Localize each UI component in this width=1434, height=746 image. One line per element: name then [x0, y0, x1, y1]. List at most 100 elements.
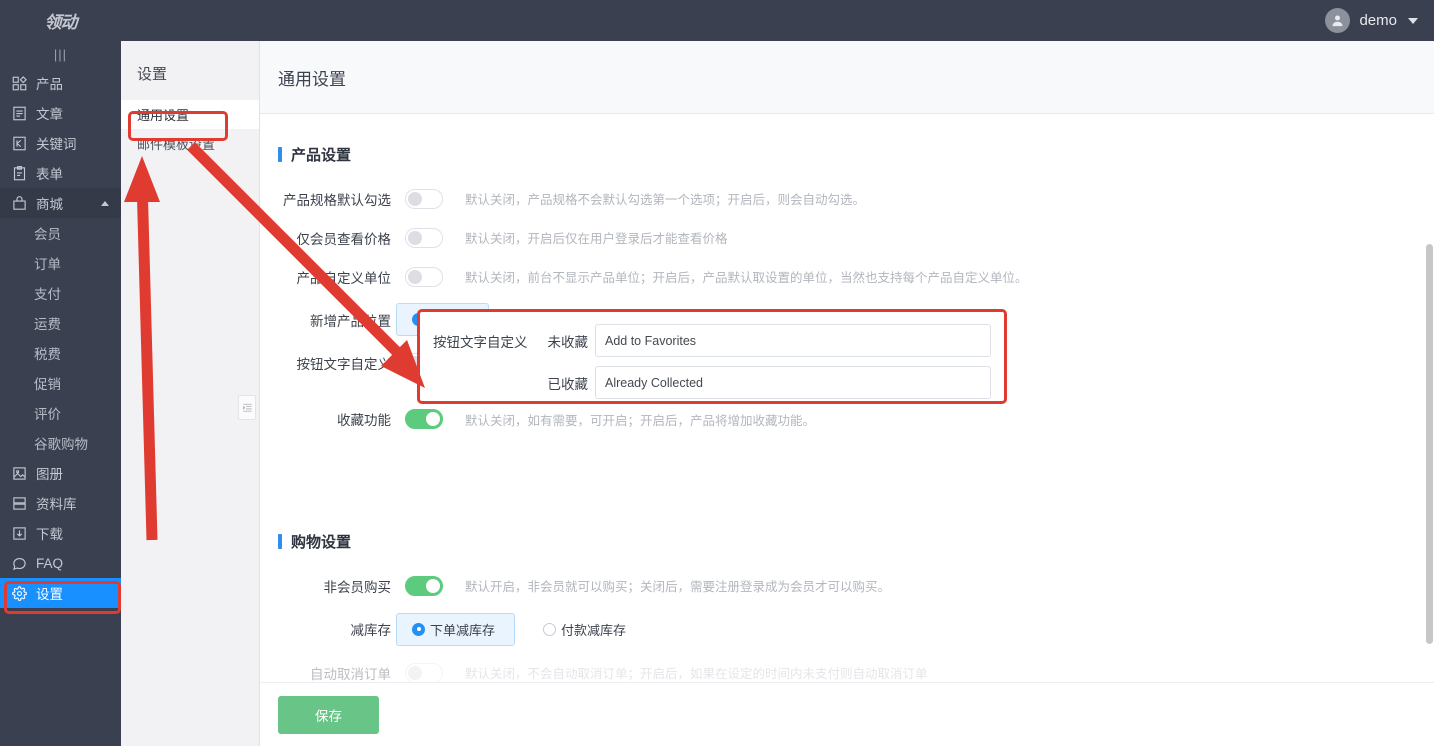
- toggle-knob: [426, 412, 440, 426]
- subnav-item-general-settings[interactable]: 通用设置: [121, 100, 259, 129]
- page-header: 通用设置: [260, 41, 1434, 114]
- sidebar-item-reviews[interactable]: 评价: [0, 398, 121, 428]
- toggle-favorite-feature[interactable]: [405, 409, 443, 429]
- toggle-guest-purchase[interactable]: [405, 575, 443, 596]
- toggle-knob: [408, 269, 422, 284]
- sidebar-item-products[interactable]: 产品: [0, 68, 121, 98]
- sidebar-item-payment[interactable]: 支付: [0, 278, 121, 308]
- row-description: 默认关闭，开启后仅在用户登录后才能查看价格: [465, 232, 728, 246]
- favorite-input-collected[interactable]: [595, 366, 991, 399]
- article-icon: [11, 105, 28, 122]
- page-title: 通用设置: [278, 69, 346, 89]
- logo[interactable]: 领动: [0, 0, 121, 41]
- main-content: 通用设置 产品设置 产品规格默认勾选 默认关闭，产品规格不会默认勾选第一个选项；…: [260, 41, 1434, 746]
- grid-icon: [11, 75, 28, 92]
- favorite-text-panel: 按钮文字自定义 未收藏 已收藏: [417, 309, 1007, 404]
- radio-label: 下单减库存: [430, 622, 496, 638]
- favorite-row-collected: 已收藏: [433, 366, 991, 399]
- radio-dot-icon: [543, 622, 557, 636]
- row-label: 减库存: [350, 623, 392, 638]
- sidebar-item-label: FAQ: [36, 555, 64, 571]
- sidebar-item-promotion[interactable]: 促销: [0, 368, 121, 398]
- radio-dot-icon: [412, 622, 425, 636]
- row-guest-purchase: 非会员购买 默认开启，非会员就可以购买；关闭后，需要注册登录成为会员才可以购买。: [260, 566, 1434, 605]
- subnav-item-label: 通用设置: [137, 108, 190, 123]
- sidebar-item-label: 订单: [34, 257, 61, 272]
- row-description: 默认关闭，如有需要，可开启；开启后，产品将增加收藏功能。: [465, 414, 816, 428]
- shop-bag-icon: [11, 195, 28, 212]
- sidebar-item-keywords[interactable]: 关键词: [0, 128, 121, 158]
- left-sidebar: ||| 产品 文章 关键词 表单 商城 会员 订单 支付 运费 税费 促销 评价…: [0, 41, 121, 746]
- sidebar-item-library[interactable]: 资料库: [0, 488, 121, 518]
- user-name: demo: [1359, 12, 1397, 29]
- toggle-custom-unit[interactable]: [405, 266, 443, 287]
- library-icon: [11, 495, 28, 512]
- toggle-default-spec-check[interactable]: [405, 188, 443, 209]
- logo-text: 领动: [44, 13, 78, 32]
- sidebar-item-faq[interactable]: FAQ: [0, 548, 121, 578]
- vertical-scrollbar[interactable]: [1426, 244, 1433, 644]
- sidebar-item-label: 关键词: [36, 137, 77, 152]
- sidebar-item-album[interactable]: 图册: [0, 458, 121, 488]
- save-button[interactable]: 保存: [278, 696, 379, 734]
- section-product-settings: 产品设置: [278, 144, 1434, 165]
- sidebar-item-label: 图册: [36, 467, 63, 482]
- toggle-knob: [408, 191, 422, 206]
- subnav-item-label: 邮件模板设置: [137, 137, 216, 152]
- row-description: 默认关闭，产品规格不会默认勾选第一个选项；开启后，则会自动勾选。: [465, 193, 866, 207]
- radio-option-deduct-on-payment[interactable]: 付款减库存: [543, 620, 626, 639]
- sidebar-item-google-shopping[interactable]: 谷歌购物: [0, 428, 121, 458]
- sidebar-item-label: 支付: [34, 287, 61, 302]
- favorite-input-not-collected[interactable]: [595, 324, 991, 357]
- sidebar-item-download[interactable]: 下载: [0, 518, 121, 548]
- row-label: 自动取消订单: [310, 666, 391, 682]
- row-member-only-price: 仅会员查看价格 默认关闭，开启后仅在用户登录后才能查看价格: [260, 218, 1434, 257]
- sidebar-item-settings[interactable]: 设置: [0, 578, 121, 608]
- row-label: 新增产品位置: [310, 313, 391, 329]
- section-accent-bar: [278, 147, 282, 162]
- sidebar-item-shop[interactable]: 商城: [0, 188, 121, 218]
- row-description: 默认关闭，前台不显示产品单位；开启后，产品默认取设置的单位，当然也支持每个产品自…: [465, 271, 1028, 285]
- sidebar-item-forms[interactable]: 表单: [0, 158, 121, 188]
- subnav-item-email-template-settings[interactable]: 邮件模板设置: [121, 129, 259, 158]
- user-menu[interactable]: demo: [1325, 8, 1434, 33]
- sidebar-item-label: 促销: [34, 377, 61, 392]
- chevron-up-icon: [101, 200, 109, 206]
- sidebar-item-label: 文章: [36, 107, 63, 122]
- radio-option-deduct-on-order[interactable]: 下单减库存: [396, 612, 516, 646]
- row-default-spec-check: 产品规格默认勾选 默认关闭，产品规格不会默认勾选第一个选项；开启后，则会自动勾选…: [260, 179, 1434, 218]
- sidebar-item-shipping[interactable]: 运费: [0, 308, 121, 338]
- collapse-menu-icon[interactable]: |||: [0, 41, 121, 68]
- toggle-knob: [426, 578, 440, 593]
- sidebar-item-label: 会员: [34, 227, 61, 242]
- sidebar-item-label: 谷歌购物: [34, 437, 88, 452]
- sidebar-item-label: 评价: [34, 407, 61, 422]
- chevron-down-icon: [1408, 17, 1418, 24]
- row-label: 收藏功能: [337, 413, 391, 428]
- toggle-auto-cancel-order[interactable]: [405, 662, 443, 683]
- row-description: 默认关闭，不会自动取消订单；开启后，如果在设定的时间内未支付则自动取消订单: [465, 667, 928, 681]
- sidebar-item-tax[interactable]: 税费: [0, 338, 121, 368]
- footer-bar: 保存: [260, 682, 1434, 746]
- sidebar-item-orders[interactable]: 订单: [0, 248, 121, 278]
- row-description: 默认开启，非会员就可以购买；关闭后，需要注册登录成为会员才可以购买。: [465, 580, 891, 594]
- toggle-knob: [408, 665, 422, 680]
- favorite-label-collected: 已收藏: [547, 376, 589, 392]
- download-icon: [11, 525, 28, 542]
- radio-group-stock-deduction: 下单减库存 付款减库存: [396, 612, 626, 646]
- sidebar-item-articles[interactable]: 文章: [0, 98, 121, 128]
- sidebar-item-label: 商城: [36, 197, 63, 212]
- sidebar-item-label: 税费: [34, 347, 61, 362]
- sidebar-item-label: 运费: [34, 317, 61, 332]
- settings-subnav: 设置 通用设置 邮件模板设置: [121, 41, 260, 746]
- row-label: 产品规格默认勾选: [283, 192, 391, 208]
- panel-collapse-icon[interactable]: [238, 395, 256, 420]
- toggle-member-only-price[interactable]: [405, 227, 443, 248]
- app-root: 领动 demo ||| 产品 文章 关键词 表单 商城 会员 订单 支付 运费 …: [0, 0, 1434, 746]
- sidebar-item-label: 设置: [36, 587, 63, 602]
- sidebar-item-label: 产品: [36, 77, 63, 92]
- sidebar-item-members[interactable]: 会员: [0, 218, 121, 248]
- faq-icon: [11, 555, 28, 572]
- section-shopping-settings: 购物设置: [278, 531, 1434, 552]
- section-title: 产品设置: [291, 147, 352, 164]
